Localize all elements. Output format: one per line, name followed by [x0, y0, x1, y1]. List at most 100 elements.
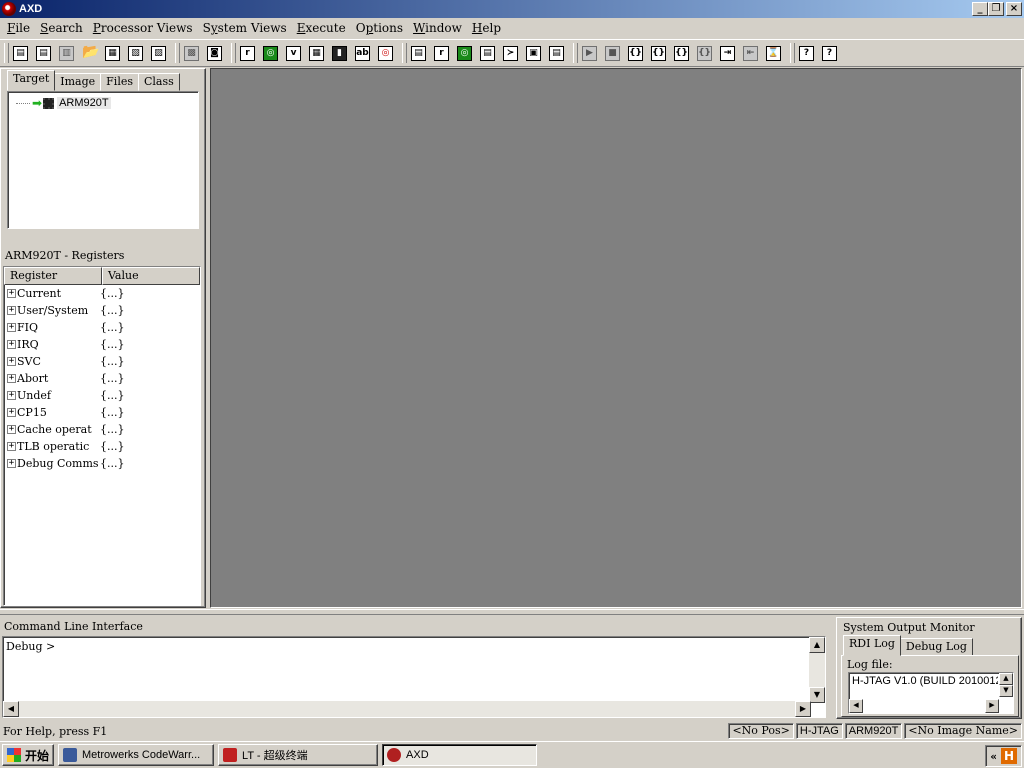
scroll-right-icon[interactable]: ▶ [795, 701, 811, 717]
menu-window[interactable]: Window [408, 21, 467, 35]
run-button[interactable]: ▶ [578, 42, 601, 64]
low-level-symbols-button[interactable]: ab [351, 42, 374, 64]
tray-expand-icon[interactable]: « [990, 750, 997, 763]
menu-file[interactable]: File [2, 21, 35, 35]
tab-image[interactable]: Image [54, 73, 102, 91]
app-icon[interactable] [2, 2, 16, 16]
close-button[interactable]: × [1006, 2, 1022, 16]
cli-prompt[interactable]: Debug > [6, 640, 55, 653]
tab-rdi-log[interactable]: RDI Log [843, 635, 901, 656]
run-to-cursor-button[interactable]: {} [693, 42, 716, 64]
register-row[interactable]: + TLB operatic {...} [4, 438, 200, 455]
stop-button[interactable]: ■ [601, 42, 624, 64]
register-row[interactable]: + FIQ {...} [4, 319, 200, 336]
system-output-button[interactable]: ▣ [522, 42, 545, 64]
target-tree[interactable]: ➡ ARM920T [7, 91, 199, 229]
registers-view-button[interactable]: r [236, 42, 259, 64]
log-scroll-right-icon[interactable]: ▶ [985, 699, 999, 713]
logfile-box[interactable]: H-JTAG V1.0 (BUILD 2010012 ▲ ▼ ◀ ▶ [848, 672, 1014, 714]
horizontal-splitter[interactable] [0, 609, 1024, 615]
register-row[interactable]: + Abort {...} [4, 370, 200, 387]
log-scroll-up-icon[interactable]: ▲ [999, 673, 1013, 685]
scroll-up-icon[interactable]: ▲ [809, 637, 825, 653]
register-row[interactable]: + CP15 {...} [4, 404, 200, 421]
help-button[interactable]: ? [795, 42, 818, 64]
menu-processor-views[interactable]: Processor Views [88, 21, 198, 35]
system-watch-button[interactable]: ◎ [453, 42, 476, 64]
paste-button[interactable]: ▨ [147, 42, 170, 64]
disassembly-view-button[interactable]: ▮ [328, 42, 351, 64]
menu-help[interactable]: Help [467, 21, 506, 35]
register-row[interactable]: + Current {...} [4, 285, 200, 302]
connect-button[interactable]: ▩ [180, 42, 203, 64]
expression-view-button[interactable]: ◎ [374, 42, 397, 64]
target-label[interactable]: ARM920T [57, 97, 111, 109]
task-button[interactable]: AXD [382, 744, 538, 766]
system-stack-button[interactable]: ▤ [545, 42, 568, 64]
column-header-value[interactable]: Value [102, 267, 200, 285]
system-list-button[interactable]: ▤ [476, 42, 499, 64]
expand-plus-icon[interactable]: + [7, 306, 16, 315]
expand-plus-icon[interactable]: + [7, 391, 16, 400]
expand-plus-icon[interactable]: + [7, 340, 16, 349]
copy-button[interactable]: ▧ [124, 42, 147, 64]
log-scroll-down-icon[interactable]: ▼ [999, 685, 1013, 697]
save-memory-button[interactable]: ▦ [101, 42, 124, 64]
expand-plus-icon[interactable]: + [7, 289, 16, 298]
start-button[interactable]: 开始 [2, 744, 55, 766]
expand-plus-icon[interactable]: + [7, 374, 16, 383]
tab-debug-log[interactable]: Debug Log [899, 638, 973, 656]
open-file-button[interactable]: 📂 [78, 42, 101, 64]
scroll-left-icon[interactable]: ◀ [3, 701, 19, 717]
expand-plus-icon[interactable]: + [7, 425, 16, 434]
step-out-button[interactable]: {} [670, 42, 693, 64]
system-registers-button[interactable]: ▤ [407, 42, 430, 64]
tab-files[interactable]: Files [100, 73, 139, 91]
register-row[interactable]: + Undef {...} [4, 387, 200, 404]
register-row[interactable]: + SVC {...} [4, 353, 200, 370]
mdi-workspace[interactable] [210, 68, 1022, 608]
register-row[interactable]: + IRQ {...} [4, 336, 200, 353]
watch-view-button[interactable]: ◎ [259, 42, 282, 64]
expand-plus-icon[interactable]: + [7, 408, 16, 417]
reload-button[interactable]: ▥ [55, 42, 78, 64]
register-row[interactable]: + User/System {...} [4, 302, 200, 319]
task-button[interactable]: LT - 超级终端 [218, 744, 379, 766]
load-symbols-button[interactable]: ▤ [32, 42, 55, 64]
tab-target[interactable]: Target [7, 70, 56, 91]
scroll-down-icon[interactable]: ▼ [809, 687, 825, 703]
tree-item-target[interactable]: ➡ ARM920T [16, 96, 111, 110]
cli-horizontal-scrollbar[interactable]: ◀ ▶ [3, 701, 811, 717]
tab-class[interactable]: Class [138, 73, 180, 91]
variables-view-button[interactable]: v [282, 42, 305, 64]
expand-plus-icon[interactable]: + [7, 459, 16, 468]
memory-view-button[interactable]: ▦ [305, 42, 328, 64]
expand-plus-icon[interactable]: + [7, 442, 16, 451]
set-pc-button[interactable]: ⇥ [716, 42, 739, 64]
cli-vertical-scrollbar[interactable]: ▲ ▼ [809, 637, 825, 703]
task-button[interactable]: Metrowerks CodeWarr... [58, 744, 215, 766]
minimize-button[interactable]: _ [972, 2, 988, 16]
column-header-register[interactable]: Register [4, 267, 102, 285]
restore-button[interactable]: ❐ [988, 2, 1004, 16]
expand-plus-icon[interactable]: + [7, 357, 16, 366]
load-image-button[interactable]: ▤ [9, 42, 32, 64]
menu-options[interactable]: Options [351, 21, 408, 35]
cli-console[interactable]: Debug > ▲ ▼ ◀ ▶ [2, 636, 826, 718]
step-in-button[interactable]: {} [624, 42, 647, 64]
menu-execute[interactable]: Execute [292, 21, 351, 35]
system-r-button[interactable]: r [430, 42, 453, 64]
find-button[interactable]: ◙ [203, 42, 226, 64]
wait-button[interactable]: ⌛ [762, 42, 785, 64]
context-help-button[interactable]: ? [818, 42, 841, 64]
menu-system-views[interactable]: System Views [198, 21, 292, 35]
expand-plus-icon[interactable]: + [7, 323, 16, 332]
breakpoint-button[interactable]: ⇤ [739, 42, 762, 64]
hjtag-tray-icon[interactable]: H [1001, 748, 1017, 764]
register-row[interactable]: + Cache operat {...} [4, 421, 200, 438]
menu-search[interactable]: Search [35, 21, 88, 35]
step-button[interactable]: {} [647, 42, 670, 64]
register-row[interactable]: + Debug Comms {...} [4, 455, 200, 472]
log-scroll-left-icon[interactable]: ◀ [849, 699, 863, 713]
system-cli-button[interactable]: ≻ [499, 42, 522, 64]
